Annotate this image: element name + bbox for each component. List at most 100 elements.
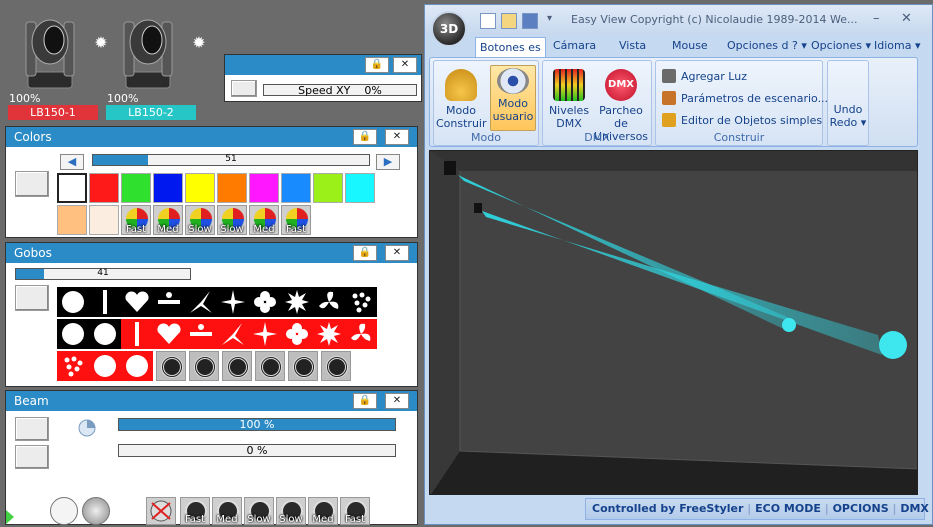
color-swatch[interactable] bbox=[185, 173, 215, 203]
status-eco[interactable]: ECO MODE bbox=[755, 502, 821, 515]
close-icon[interactable]: ✕ bbox=[385, 245, 409, 261]
gobo-rotation-button[interactable] bbox=[255, 351, 285, 381]
tab-camara[interactable]: Cámara bbox=[553, 39, 596, 52]
color-wheel-button[interactable]: Med bbox=[153, 205, 183, 235]
color-next-button[interactable]: ▶ bbox=[376, 154, 400, 170]
strobe-off-button[interactable] bbox=[146, 497, 176, 525]
gobo-propeller[interactable] bbox=[313, 287, 345, 317]
color-wheel-button[interactable]: Fast bbox=[121, 205, 151, 235]
color-slider[interactable]: 51 bbox=[92, 154, 370, 166]
color-wheel-button[interactable]: Slow bbox=[217, 205, 247, 235]
modo-construir-button[interactable]: Modo Construir bbox=[436, 67, 487, 130]
open-folder-icon[interactable] bbox=[501, 13, 517, 29]
gobo-tri-blade[interactable] bbox=[217, 319, 249, 349]
color-swatch[interactable] bbox=[249, 173, 279, 203]
close-window-icon[interactable]: ✕ bbox=[901, 11, 912, 26]
speed-xy-bar[interactable]: Speed XY 0% bbox=[263, 84, 417, 97]
gobo-dash-dot[interactable] bbox=[153, 287, 185, 317]
lock-icon[interactable]: 🔒 bbox=[353, 245, 377, 261]
gobo-bar[interactable] bbox=[89, 287, 121, 317]
opciones-menu[interactable]: Opciones ▾ bbox=[811, 39, 871, 52]
gobo-open-circle[interactable] bbox=[89, 319, 121, 349]
color-swatch[interactable] bbox=[313, 173, 343, 203]
color-swatch[interactable] bbox=[281, 173, 311, 203]
minimize-icon[interactable]: – bbox=[873, 11, 880, 26]
gobo-rotation-button[interactable] bbox=[189, 351, 219, 381]
gobo-slider[interactable]: 41 bbox=[15, 268, 191, 280]
gobo-open-circle[interactable] bbox=[89, 351, 121, 381]
gobo-rotation-button[interactable] bbox=[222, 351, 252, 381]
gobo-bar[interactable] bbox=[121, 319, 153, 349]
modo-usuario-button[interactable]: Modo usuario bbox=[490, 65, 536, 131]
gobo-burst[interactable] bbox=[313, 319, 345, 349]
gobo-flower[interactable] bbox=[249, 287, 281, 317]
color-reset-button[interactable] bbox=[15, 171, 49, 197]
color-swatch[interactable] bbox=[89, 205, 119, 235]
parametros-escenario-button[interactable]: Parámetros de escenario... bbox=[662, 91, 828, 105]
gobo-rotation-button[interactable] bbox=[321, 351, 351, 381]
fixture-lb150-2[interactable]: ✹ 100% LB150-2 bbox=[106, 8, 206, 120]
fixture-lb150-1[interactable]: ✹ 100% LB150-1 bbox=[8, 8, 108, 120]
color-swatch[interactable] bbox=[57, 173, 87, 203]
shutter-reset-button[interactable] bbox=[15, 445, 49, 469]
color-swatch[interactable] bbox=[153, 173, 183, 203]
color-swatch[interactable] bbox=[217, 173, 247, 203]
gobo-dash-dot[interactable] bbox=[185, 319, 217, 349]
help-menu[interactable]: ? ▾ bbox=[792, 39, 807, 52]
strobe-speed-button[interactable]: Fast bbox=[180, 497, 210, 525]
strobe-speed-button[interactable]: Med bbox=[308, 497, 338, 525]
gobo-dots[interactable] bbox=[57, 351, 89, 381]
shutter-bar[interactable]: 0 % bbox=[118, 444, 396, 457]
tab-vista[interactable]: Vista bbox=[619, 39, 646, 52]
close-icon[interactable]: ✕ bbox=[393, 57, 417, 73]
color-swatch[interactable] bbox=[89, 173, 119, 203]
gobo-open-circle[interactable] bbox=[57, 319, 89, 349]
editor-objetos-button[interactable]: Editor de Objetos simples bbox=[662, 113, 822, 127]
gobo-open-circle[interactable] bbox=[57, 287, 89, 317]
tab-mouse[interactable]: Mouse bbox=[672, 39, 708, 52]
gobo-flower[interactable] bbox=[281, 319, 313, 349]
gobo-cross-star[interactable] bbox=[249, 319, 281, 349]
strobe-speed-button[interactable]: Slow bbox=[276, 497, 306, 525]
gobo-tri-blade[interactable] bbox=[185, 287, 217, 317]
color-prev-button[interactable]: ◀ bbox=[60, 154, 84, 170]
gobo-reset-button[interactable] bbox=[15, 285, 49, 311]
gobo-open-circle[interactable] bbox=[121, 351, 153, 381]
color-swatch[interactable] bbox=[121, 173, 151, 203]
qat-dropdown-icon[interactable]: ▾ bbox=[547, 13, 552, 24]
lock-icon[interactable]: 🔒 bbox=[353, 129, 377, 145]
idioma-menu[interactable]: Idioma ▾ bbox=[874, 39, 921, 52]
color-wheel-button[interactable]: Med bbox=[249, 205, 279, 235]
beam-closed-button[interactable] bbox=[82, 497, 110, 525]
strobe-speed-button[interactable]: Fast bbox=[340, 497, 370, 525]
color-wheel-button[interactable]: Fast bbox=[281, 205, 311, 235]
gobo-propeller[interactable] bbox=[345, 319, 377, 349]
strobe-speed-button[interactable]: Med bbox=[212, 497, 242, 525]
beam-open-button[interactable] bbox=[50, 497, 78, 525]
status-options[interactable]: OPCIONS bbox=[833, 502, 889, 515]
dimmer-bar[interactable]: 100 % bbox=[118, 418, 396, 431]
save-icon[interactable] bbox=[522, 13, 538, 29]
status-dmx[interactable]: DMX ON bbox=[900, 502, 933, 515]
color-swatch[interactable] bbox=[345, 173, 375, 203]
color-swatch[interactable] bbox=[57, 205, 87, 235]
gobo-heart[interactable] bbox=[153, 319, 185, 349]
color-wheel-button[interactable]: Slow bbox=[185, 205, 215, 235]
dimmer-reset-button[interactable] bbox=[15, 417, 49, 441]
tab-opciones-d[interactable]: Opciones d bbox=[727, 39, 788, 52]
gobo-rotation-button[interactable] bbox=[288, 351, 318, 381]
gobo-heart[interactable] bbox=[121, 287, 153, 317]
lock-icon[interactable]: 🔒 bbox=[365, 57, 389, 73]
agregar-luz-button[interactable]: Agregar Luz bbox=[662, 69, 747, 83]
gobo-cross-star[interactable] bbox=[217, 287, 249, 317]
strobe-speed-button[interactable]: Slow bbox=[244, 497, 274, 525]
lock-icon[interactable]: 🔒 bbox=[353, 393, 377, 409]
niveles-dmx-button[interactable]: Niveles DMX bbox=[547, 67, 591, 130]
gobo-rotation-button[interactable] bbox=[156, 351, 186, 381]
play-icon[interactable] bbox=[6, 510, 14, 524]
new-file-icon[interactable] bbox=[480, 13, 496, 29]
gobo-dots[interactable] bbox=[345, 287, 377, 317]
3d-viewport[interactable] bbox=[429, 150, 918, 495]
gobo-burst[interactable] bbox=[281, 287, 313, 317]
speed-reset-button[interactable] bbox=[231, 80, 257, 97]
